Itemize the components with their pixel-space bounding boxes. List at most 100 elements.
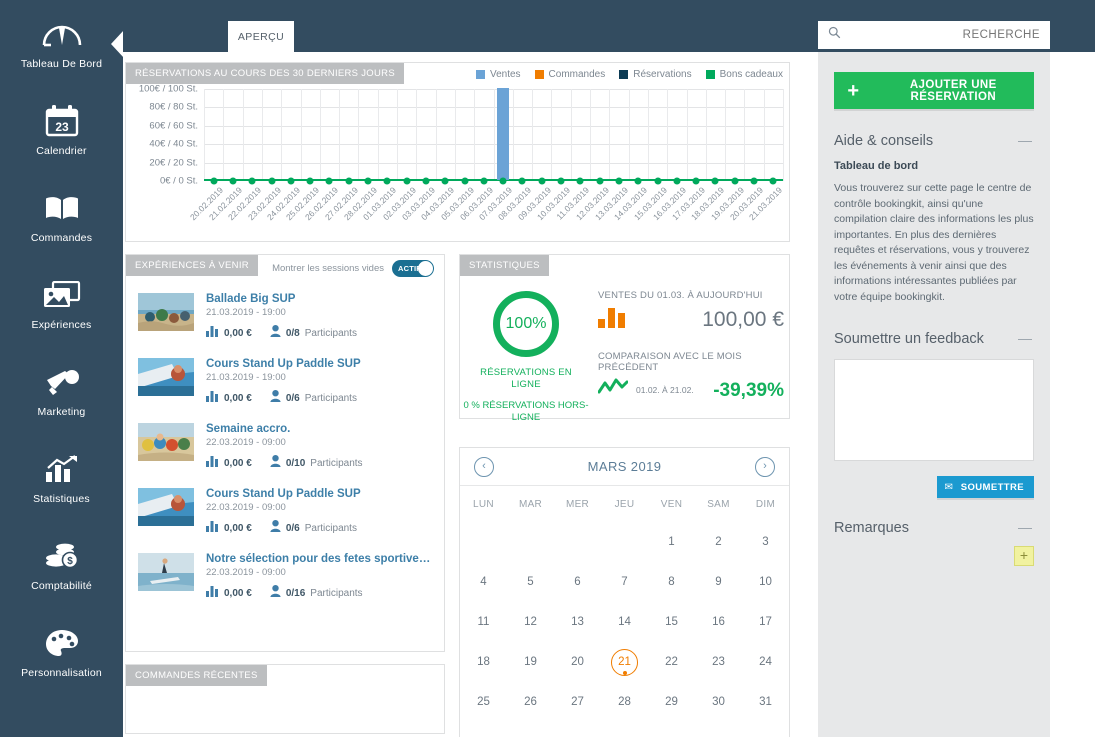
sales-bar-chart-icon — [598, 306, 628, 333]
sales-stat-block: VENTES DU 01.03. À AUJOURD'HUI 100,00 € — [598, 290, 784, 333]
sidebar-item-marketing[interactable]: Marketing — [0, 348, 123, 435]
experience-title[interactable]: Cours Stand Up Paddle SUP — [206, 488, 434, 500]
calendar-day[interactable]: 12 — [507, 602, 554, 642]
submit-feedback-button[interactable]: ✉ SOUMETTRE — [936, 476, 1034, 499]
experience-thumbnail — [138, 488, 194, 526]
sales-stat-value: 100,00 € — [702, 307, 784, 331]
calendar-day[interactable]: 15 — [648, 602, 695, 642]
calendar-day[interactable]: 10 — [742, 562, 789, 602]
calendar-day[interactable]: 23 — [695, 642, 742, 682]
calendar-day[interactable]: 11 — [460, 602, 507, 642]
calendar-day[interactable]: 17 — [742, 602, 789, 642]
sidebar-item-commandes[interactable]: Commandes — [0, 174, 123, 261]
calendar-day[interactable]: 29 — [648, 682, 695, 722]
sidebar-item-calendrier[interactable]: 23 Calendrier — [0, 87, 123, 174]
calendar-day[interactable]: 31 — [742, 682, 789, 722]
calendar-day[interactable]: 20 — [554, 642, 601, 682]
sidebar-item-label: Personnalisation — [21, 667, 102, 680]
add-note-button[interactable]: + — [1014, 546, 1034, 567]
experience-title[interactable]: Cours Stand Up Paddle SUP — [206, 358, 434, 370]
sidebar-item-statistiques[interactable]: Statistiques — [0, 435, 123, 522]
notes-collapse-icon[interactable]: — — [1016, 520, 1034, 534]
calendar-day[interactable]: 30 — [695, 682, 742, 722]
chart-gridline-vertical — [377, 89, 379, 181]
calendar-day[interactable]: 9 — [695, 562, 742, 602]
calendar-day-number: 6 — [574, 576, 581, 588]
calendar-day[interactable]: 26 — [507, 682, 554, 722]
chart-data-point — [596, 177, 604, 185]
calendar-day[interactable]: 13 — [554, 602, 601, 642]
experience-list-item[interactable]: Ballade Big SUP 21.03.2019 - 19:00 0,00 € 0… — [126, 285, 444, 350]
calendar-day[interactable]: 25 — [460, 682, 507, 722]
sidebar-item-label: Comptabilité — [31, 580, 92, 593]
empty-sessions-toggle[interactable]: ACTIF — [392, 260, 434, 277]
chart-data-point — [615, 177, 623, 185]
help-body: Vous trouverez sur cette page le centre … — [834, 182, 1034, 303]
experience-title[interactable]: Ballade Big SUP — [206, 293, 434, 305]
calendar-weekday: MAR — [518, 498, 543, 510]
chart-grid — [204, 88, 784, 185]
legend-label: Commandes — [548, 69, 606, 80]
chart-data-point — [673, 177, 681, 185]
sidebar-item-comptabilit[interactable]: $ Comptabilité — [0, 522, 123, 609]
experience-participants: 0/6 — [285, 522, 300, 534]
legend-item[interactable]: Ventes — [475, 69, 521, 80]
calendar-day[interactable]: 16 — [695, 602, 742, 642]
chart-data-point — [692, 177, 700, 185]
legend-item[interactable]: Commandes — [534, 69, 606, 80]
experience-price: 0,00 € — [224, 587, 252, 599]
sidebar-item-exp-riences[interactable]: Expériences — [0, 261, 123, 348]
chart-data-point — [461, 177, 469, 185]
main-content: RÉSERVATIONS AU COURS DES 30 DERNIERS JO… — [123, 52, 815, 737]
calendar-day[interactable]: 18 — [460, 642, 507, 682]
calendar-day[interactable]: 24 — [742, 642, 789, 682]
chart-data-point — [441, 177, 449, 185]
search-input[interactable] — [841, 21, 1040, 49]
bar-chart-icon — [206, 324, 219, 342]
calendar-day[interactable]: 6 — [554, 562, 601, 602]
chevron-right-icon[interactable]: › — [754, 456, 775, 477]
experience-list-item[interactable]: Cours Stand Up Paddle SUP 21.03.2019 - 19… — [126, 350, 444, 415]
legend-item[interactable]: Réservations — [619, 69, 692, 80]
experience-price: 0,00 € — [224, 457, 252, 469]
sidebar-item-tableau-de-bord[interactable]: Tableau De Bord — [0, 0, 123, 87]
calendar-day-today[interactable]: 21 — [601, 642, 648, 682]
chart-data-point — [268, 177, 276, 185]
legend-item[interactable]: Bons cadeaux — [705, 69, 783, 80]
add-reservation-button[interactable]: + AJOUTER UNE RÉSERVATION — [834, 72, 1034, 109]
calendar-day[interactable]: 19 — [507, 642, 554, 682]
person-icon — [270, 389, 281, 407]
calendar-day[interactable]: 5 — [507, 562, 554, 602]
calendar-day[interactable]: 7 — [601, 562, 648, 602]
calendar-day[interactable]: 3 — [742, 522, 789, 562]
experience-list-item[interactable]: Notre sélection pour des fetes sportives… — [126, 545, 444, 610]
experience-list-item[interactable]: Semaine accro. 22.03.2019 - 09:00 0,00 € 0/… — [126, 415, 444, 480]
feedback-textarea[interactable] — [834, 359, 1034, 462]
legend-label: Réservations — [633, 69, 692, 80]
calendar-day[interactable]: 14 — [601, 602, 648, 642]
calendar-day[interactable]: 4 — [460, 562, 507, 602]
chart-gridline-vertical — [416, 89, 418, 181]
calendar-day[interactable]: 8 — [648, 562, 695, 602]
feedback-collapse-icon[interactable]: — — [1016, 331, 1034, 345]
calendar-day[interactable]: 27 — [554, 682, 601, 722]
calendar-day[interactable]: 1 — [648, 522, 695, 562]
svg-text:$: $ — [67, 556, 73, 567]
chevron-left-icon[interactable]: ‹ — [474, 456, 494, 477]
experience-title[interactable]: Notre sélection pour des fetes sportives… — [206, 553, 434, 565]
experience-title[interactable]: Semaine accro. — [206, 423, 434, 435]
chart-gridline-vertical — [261, 89, 263, 181]
search-bar[interactable] — [818, 21, 1050, 49]
calendar-day[interactable]: 2 — [695, 522, 742, 562]
photos-icon — [43, 277, 81, 313]
sidebar-item-personnalisation[interactable]: Personnalisation — [0, 609, 123, 696]
calendar-day[interactable]: 22 — [648, 642, 695, 682]
calendar-day[interactable]: 28 — [601, 682, 648, 722]
help-collapse-icon[interactable]: — — [1016, 133, 1034, 147]
tab-apercu[interactable]: APERÇU — [228, 21, 294, 52]
bar-chart-icon — [206, 519, 219, 537]
online-bookings-value: 100% — [505, 315, 547, 332]
calendar-day-number: 17 — [759, 616, 772, 628]
experience-list-item[interactable]: Cours Stand Up Paddle SUP 22.03.2019 - 09… — [126, 480, 444, 545]
chart-gridline-vertical — [204, 89, 205, 181]
